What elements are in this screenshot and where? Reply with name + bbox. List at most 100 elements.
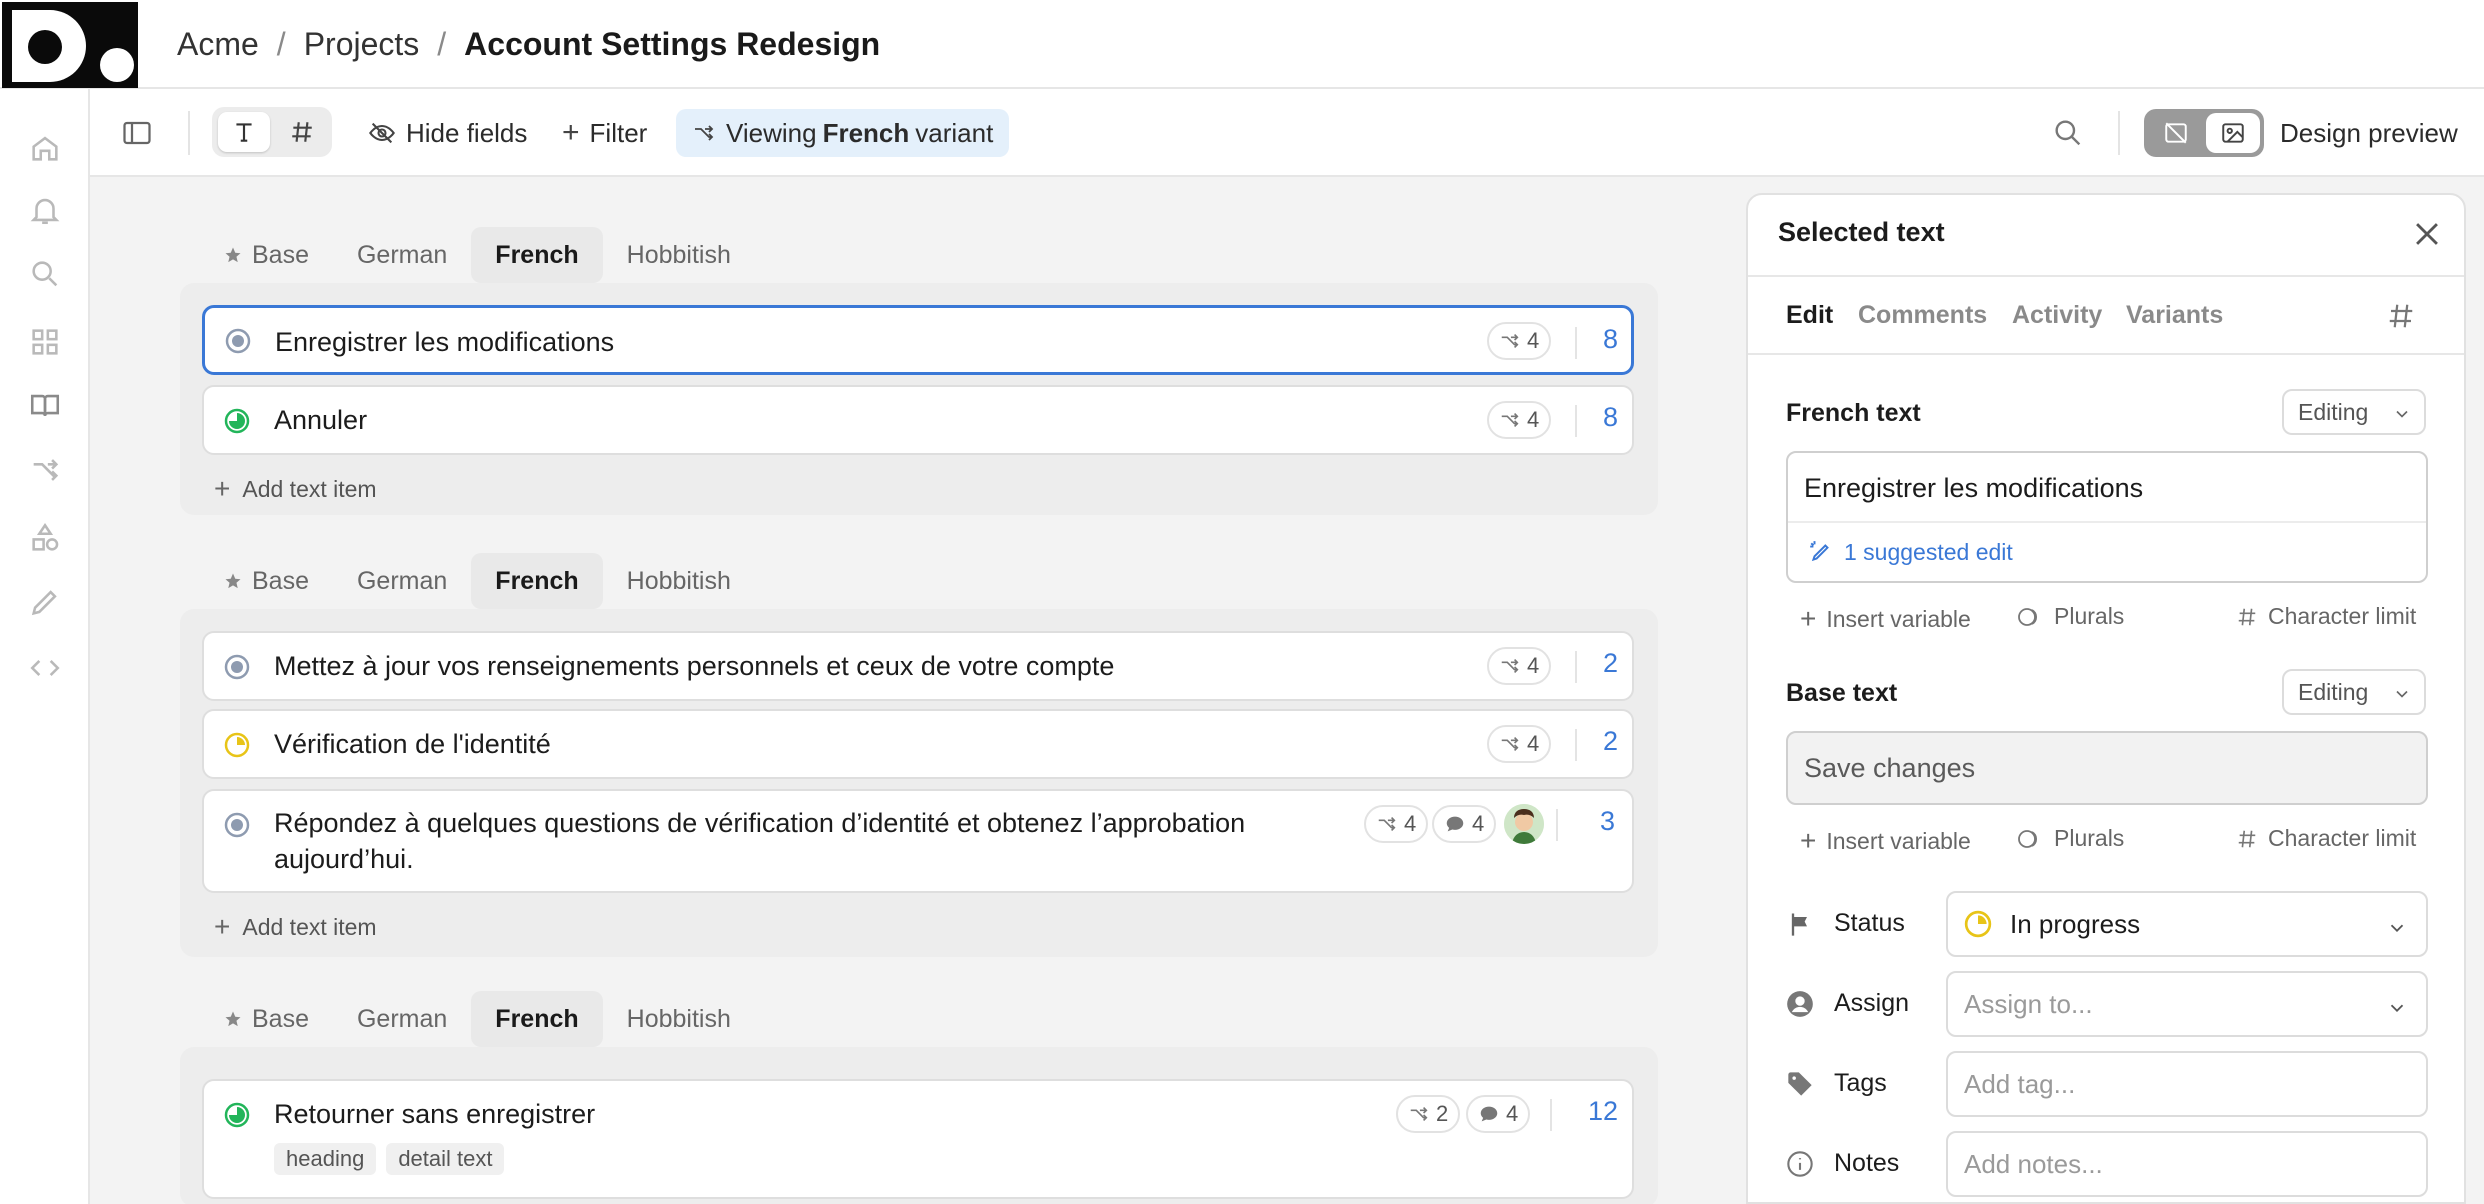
notes-input[interactable]: Add notes... xyxy=(1946,1131,2428,1197)
text-view-button[interactable] xyxy=(218,112,270,152)
tab-base[interactable]: Base xyxy=(208,991,333,1047)
app-header: Acme / Projects / Account Settings Redes… xyxy=(0,0,2484,89)
variants-badge[interactable]: 4 xyxy=(1487,401,1552,439)
assign-select[interactable]: Assign to... xyxy=(1946,971,2428,1037)
breadcrumb-org[interactable]: Acme xyxy=(177,26,259,63)
base-mode-select[interactable]: Editing xyxy=(2282,669,2426,715)
notes-placeholder: Add notes... xyxy=(1964,1148,2103,1179)
comment-icon xyxy=(1446,816,1464,832)
insert-variable-button[interactable]: + Insert variable xyxy=(1800,603,1971,635)
image-icon xyxy=(2222,123,2244,143)
tag-icon xyxy=(1788,1072,1812,1096)
variants-badge[interactable]: 2 xyxy=(1396,1095,1461,1133)
text-item-card[interactable]: Répondez à quelques questions de vérific… xyxy=(202,789,1634,893)
variant-mode-select[interactable]: Editing xyxy=(2282,389,2426,435)
tab-french[interactable]: French xyxy=(471,991,603,1047)
tags-input[interactable]: Add tag... xyxy=(1946,1051,2428,1117)
variant-text-editor[interactable]: Enregistrer les modifications 1 suggeste… xyxy=(1786,451,2428,583)
insert-variable-label: Insert variable xyxy=(1826,827,1971,854)
tab-hobbitish[interactable]: Hobbitish xyxy=(603,553,755,609)
tag-chip[interactable]: detail text xyxy=(386,1143,505,1175)
tab-german[interactable]: German xyxy=(333,227,471,283)
breadcrumb-current: Account Settings Redesign xyxy=(464,25,881,62)
breadcrumb-projects[interactable]: Projects xyxy=(304,26,420,63)
panel-title: Selected text xyxy=(1778,217,1945,247)
search-icon[interactable] xyxy=(2052,117,2084,149)
insert-variable-button[interactable]: + Insert variable xyxy=(1800,825,1971,857)
tab-base[interactable]: Base xyxy=(208,227,333,283)
tab-comments[interactable]: Comments xyxy=(1858,301,1987,330)
character-limit-button[interactable]: Character limit xyxy=(2236,825,2416,852)
tab-label: French xyxy=(495,240,579,269)
text-item-card[interactable]: Enregistrer les modifications 4 8 xyxy=(202,305,1634,375)
tab-edit[interactable]: Edit xyxy=(1786,301,1833,330)
avatar[interactable] xyxy=(1504,804,1544,844)
tab-french[interactable]: French xyxy=(471,553,603,609)
close-icon[interactable] xyxy=(2410,217,2444,251)
text-item-card[interactable]: Annuler 4 8 xyxy=(202,385,1634,455)
usage-count[interactable]: 8 xyxy=(1603,324,1618,355)
tab-activity[interactable]: Activity xyxy=(2012,301,2102,330)
code-icon[interactable] xyxy=(28,651,62,685)
usage-count[interactable]: 8 xyxy=(1603,402,1618,433)
home-icon[interactable] xyxy=(28,131,62,165)
base-text-tools: + Insert variable Plurals Character limit xyxy=(1800,825,2436,859)
usage-count[interactable]: 3 xyxy=(1600,806,1615,837)
usage-count[interactable]: 2 xyxy=(1603,648,1618,679)
user-icon xyxy=(1787,991,1813,1017)
tab-french[interactable]: French xyxy=(471,227,603,283)
status-label: Status xyxy=(1834,909,1905,937)
variants-badge[interactable]: 4 xyxy=(1487,725,1552,763)
hash-icon[interactable] xyxy=(2386,301,2416,331)
text-item-card[interactable]: Mettez à jour vos renseignements personn… xyxy=(202,631,1634,701)
character-limit-button[interactable]: Character limit xyxy=(2236,603,2416,630)
variants-badge[interactable]: 4 xyxy=(1487,647,1552,685)
hide-fields-button[interactable]: Hide fields xyxy=(368,113,527,153)
add-text-item-label: Add text item xyxy=(242,913,377,940)
variants-icon[interactable] xyxy=(28,453,62,487)
pencil-icon[interactable] xyxy=(28,585,62,619)
tab-hobbitish[interactable]: Hobbitish xyxy=(603,227,755,283)
comments-badge[interactable]: 4 xyxy=(1466,1095,1531,1133)
hide-preview-button[interactable] xyxy=(2148,113,2204,153)
plurals-button[interactable]: Plurals xyxy=(2018,603,2124,630)
filter-button[interactable]: + Filter xyxy=(562,113,647,153)
variants-count: 2 xyxy=(1436,1101,1449,1126)
tab-german[interactable]: German xyxy=(333,991,471,1047)
variants-badge[interactable]: 4 xyxy=(1487,322,1552,360)
components-icon[interactable] xyxy=(28,521,62,555)
design-preview-toggle[interactable] xyxy=(2144,109,2264,157)
tag-chip[interactable]: heading xyxy=(274,1143,377,1175)
tab-hobbitish[interactable]: Hobbitish xyxy=(603,991,755,1047)
suggested-edit-link[interactable]: 1 suggested edit xyxy=(1788,521,2426,581)
usage-count[interactable]: 2 xyxy=(1603,726,1618,757)
comments-badge[interactable]: 4 xyxy=(1432,805,1497,843)
viewing-variant-chip[interactable]: Viewing French variant xyxy=(676,109,1010,157)
chevron-down-icon xyxy=(2390,1004,2404,1013)
base-mode-value: Editing xyxy=(2298,678,2369,705)
app-logo[interactable] xyxy=(2,2,138,88)
search-icon[interactable] xyxy=(28,257,62,291)
plurals-button[interactable]: Plurals xyxy=(2018,825,2124,852)
viewing-variant-name: French xyxy=(822,117,910,148)
component-view-button[interactable] xyxy=(276,112,328,152)
grid-icon[interactable] xyxy=(28,325,62,359)
text-item-card[interactable]: Retourner sans enregistrer heading detail… xyxy=(202,1079,1634,1199)
variants-badge[interactable]: 4 xyxy=(1364,805,1429,843)
tab-base[interactable]: Base xyxy=(208,553,333,609)
hash-icon xyxy=(2238,830,2256,847)
add-text-item-button[interactable]: + Add text item xyxy=(214,473,377,505)
status-select[interactable]: In progress xyxy=(1946,891,2428,957)
add-text-item-button[interactable]: + Add text item xyxy=(214,911,377,943)
tab-german[interactable]: German xyxy=(333,553,471,609)
variants-icon xyxy=(1378,816,1396,832)
text-item-card[interactable]: Vérification de l'identité 4 2 xyxy=(202,709,1634,779)
tab-variants[interactable]: Variants xyxy=(2126,301,2223,330)
base-text-field[interactable]: Save changes xyxy=(1786,731,2428,805)
bell-icon[interactable] xyxy=(28,193,62,227)
usage-count[interactable]: 12 xyxy=(1588,1096,1618,1127)
book-icon[interactable] xyxy=(28,389,62,423)
chevron-down-icon xyxy=(2396,690,2408,698)
sidebar-toggle-icon[interactable] xyxy=(122,119,152,147)
show-preview-button[interactable] xyxy=(2206,113,2260,153)
